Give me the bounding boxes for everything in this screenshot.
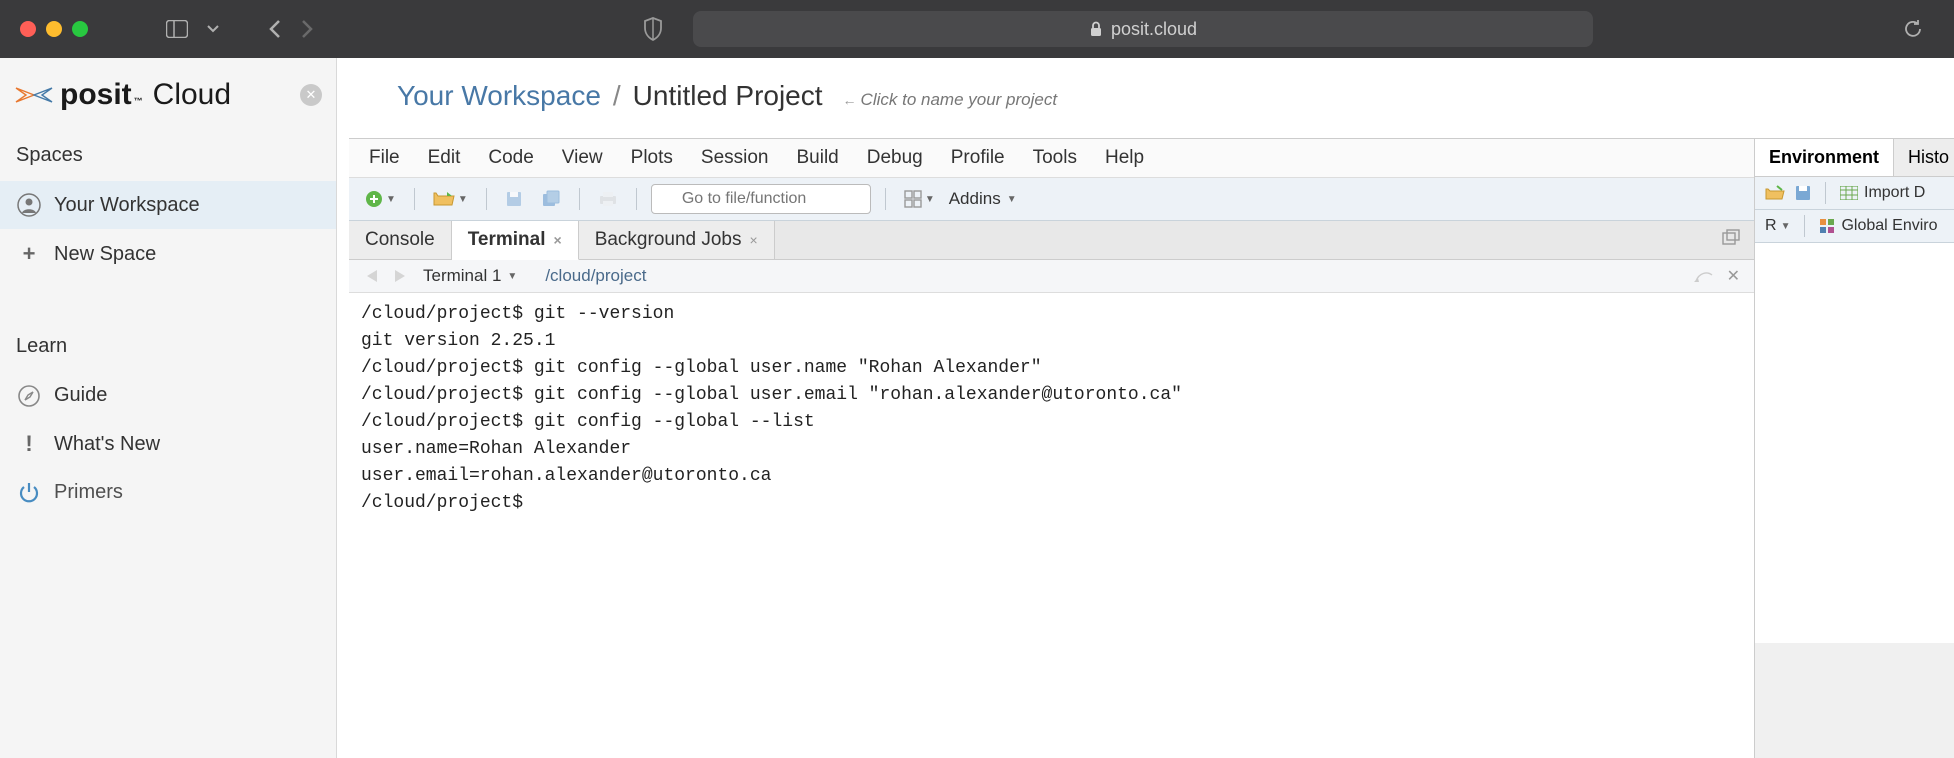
- menu-debug[interactable]: Debug: [867, 147, 923, 169]
- terminal-prev-icon[interactable]: [363, 268, 383, 284]
- reload-icon[interactable]: [1902, 18, 1924, 40]
- sidebar: posit™ Cloud ✕ Spaces Your Workspace + N…: [0, 58, 337, 758]
- menu-view[interactable]: View: [562, 147, 603, 169]
- environment-pane: Environment Histo Import D: [1754, 139, 1954, 758]
- menu-file[interactable]: File: [369, 147, 400, 169]
- power-icon: [16, 482, 42, 504]
- logo-subtext: Cloud: [153, 78, 231, 112]
- plus-icon: +: [16, 241, 42, 267]
- main-toolbar: ▼ ▼: [349, 178, 1754, 221]
- sidebar-item-guide[interactable]: Guide: [0, 372, 336, 419]
- menu-profile[interactable]: Profile: [951, 147, 1005, 169]
- breadcrumb: Your Workspace / Untitled Project ←Click…: [337, 58, 1954, 132]
- project-rename-hint: ←Click to name your project: [843, 90, 1058, 110]
- new-file-button[interactable]: ▼: [361, 188, 400, 210]
- terminal-output[interactable]: /cloud/project$ git --version git versio…: [349, 293, 1754, 525]
- tab-terminal[interactable]: Terminal ×: [452, 221, 579, 260]
- menu-build[interactable]: Build: [797, 147, 839, 169]
- nav-back-icon[interactable]: [268, 18, 282, 40]
- environment-tabs: Environment Histo: [1755, 139, 1954, 177]
- save-workspace-icon[interactable]: [1795, 185, 1811, 201]
- browser-url-bar[interactable]: posit.cloud: [693, 11, 1593, 47]
- save-button[interactable]: [501, 188, 527, 210]
- terminal-next-icon[interactable]: [389, 268, 409, 284]
- goto-file-input-wrap: [651, 184, 871, 214]
- addins-menu[interactable]: Addins ▼: [949, 189, 1017, 209]
- sidebar-section-learn: Learn: [0, 329, 336, 372]
- browser-titlebar: posit.cloud: [0, 0, 1954, 58]
- tab-environment[interactable]: Environment: [1755, 139, 1894, 176]
- open-folder-button[interactable]: ▼: [429, 188, 472, 210]
- rstudio-ide: File Edit Code View Plots Session Build …: [349, 138, 1954, 758]
- print-button[interactable]: [594, 189, 622, 209]
- terminal-selector[interactable]: Terminal 1 ▼: [423, 266, 517, 286]
- menu-plots[interactable]: Plots: [631, 147, 673, 169]
- breadcrumb-workspace-link[interactable]: Your Workspace: [397, 80, 601, 112]
- menu-session[interactable]: Session: [701, 147, 769, 169]
- compass-icon: [16, 385, 42, 407]
- menu-tools[interactable]: Tools: [1033, 147, 1077, 169]
- collapse-sidebar-button[interactable]: ✕: [300, 84, 322, 106]
- save-all-button[interactable]: [537, 188, 565, 210]
- sidebar-item-label: New Space: [54, 243, 156, 266]
- grid-view-button[interactable]: ▼: [900, 188, 939, 210]
- sidebar-section-spaces: Spaces: [0, 138, 336, 181]
- sidebar-item-new-space[interactable]: + New Space: [0, 229, 336, 279]
- load-workspace-icon[interactable]: [1765, 185, 1785, 201]
- close-window-button[interactable]: [20, 21, 36, 37]
- sidebar-item-label: Guide: [54, 384, 107, 407]
- url-text: posit.cloud: [1111, 19, 1197, 40]
- close-tab-icon[interactable]: ×: [554, 232, 562, 248]
- env-toolbar: Import D: [1755, 177, 1954, 210]
- window-controls: [20, 21, 88, 37]
- terminal-cwd: /cloud/project: [545, 266, 646, 286]
- minimize-window-button[interactable]: [46, 21, 62, 37]
- menu-code[interactable]: Code: [488, 147, 533, 169]
- tab-history[interactable]: Histo: [1894, 139, 1954, 176]
- terminal-header: Terminal 1 ▼ /cloud/project ✕: [349, 260, 1754, 293]
- close-tab-icon[interactable]: ×: [750, 232, 758, 248]
- sidebar-item-label: Your Workspace: [54, 194, 200, 217]
- tab-console[interactable]: Console: [349, 221, 452, 259]
- posit-logo[interactable]: posit™ Cloud: [14, 78, 231, 112]
- nav-forward-icon[interactable]: [300, 18, 314, 40]
- chevron-down-icon[interactable]: [206, 24, 220, 34]
- r-engine-selector[interactable]: R▼: [1765, 217, 1790, 235]
- breadcrumb-separator: /: [613, 80, 621, 112]
- goto-file-input[interactable]: [651, 184, 871, 214]
- user-circle-icon: [16, 193, 42, 217]
- logo-text: posit™: [60, 78, 143, 112]
- console-tabs: Console Terminal × Background Jobs ×: [349, 221, 1754, 260]
- menu-edit[interactable]: Edit: [428, 147, 461, 169]
- env-scope-bar: R▼ Global Enviro: [1755, 210, 1954, 243]
- sidebar-item-label: Primers: [54, 481, 123, 504]
- menubar: File Edit Code View Plots Session Build …: [349, 139, 1754, 178]
- exclamation-icon: !: [16, 431, 42, 457]
- maximize-window-button[interactable]: [72, 21, 88, 37]
- sidebar-item-workspace[interactable]: Your Workspace: [0, 181, 336, 229]
- sidebar-item-label: What's New: [54, 433, 160, 456]
- tab-background-jobs[interactable]: Background Jobs ×: [579, 221, 775, 259]
- lock-icon: [1089, 21, 1103, 37]
- sidebar-item-primers[interactable]: Primers: [0, 469, 336, 516]
- privacy-shield-icon[interactable]: [643, 17, 663, 41]
- posit-logo-icon: [14, 82, 54, 108]
- close-terminal-icon[interactable]: ✕: [1727, 266, 1740, 286]
- maximize-pane-icon[interactable]: [1708, 221, 1754, 259]
- import-dataset-button[interactable]: Import D: [1840, 184, 1925, 202]
- main-content: Your Workspace / Untitled Project ←Click…: [337, 58, 1954, 758]
- sidebar-item-whats-new[interactable]: ! What's New: [0, 419, 336, 469]
- global-env-selector[interactable]: Global Enviro: [1819, 217, 1937, 235]
- menu-help[interactable]: Help: [1105, 147, 1144, 169]
- clear-terminal-icon[interactable]: [1693, 268, 1715, 284]
- sidebar-toggle-icon[interactable]: [166, 20, 188, 38]
- project-title[interactable]: Untitled Project: [633, 80, 823, 112]
